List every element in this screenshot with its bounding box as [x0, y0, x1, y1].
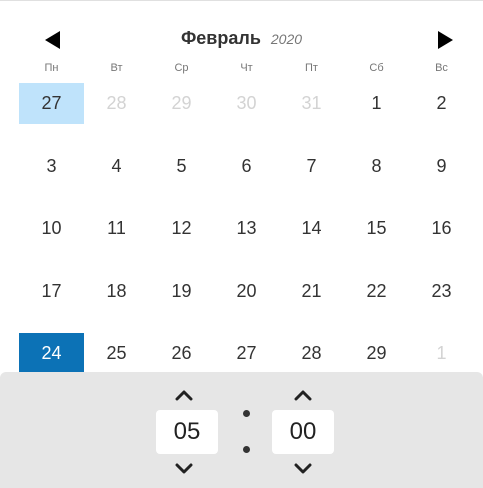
chevron-down-icon	[294, 463, 312, 474]
day-cell[interactable]: 7	[279, 146, 344, 187]
time-separator-dot-bottom	[243, 446, 250, 453]
chevron-up-icon	[294, 390, 312, 401]
day-cell[interactable]: 15	[344, 208, 409, 249]
weekday-wed: Ср	[174, 62, 189, 74]
day-cell[interactable]: 20	[214, 271, 279, 312]
day-cell[interactable]: 27	[214, 333, 279, 374]
day-cell-other-month[interactable]: 28	[84, 83, 149, 124]
day-cell[interactable]: 25	[84, 333, 149, 374]
time-picker-panel: 05 00	[0, 372, 483, 488]
week-row: 27 28 29 30 31 1 2	[19, 83, 474, 146]
minute-input[interactable]: 00	[272, 410, 334, 454]
triangle-right-icon	[437, 31, 453, 49]
year-label[interactable]: 2020	[271, 31, 302, 47]
day-cell[interactable]: 6	[214, 146, 279, 187]
day-cell[interactable]: 18	[84, 271, 149, 312]
day-cell[interactable]: 13	[214, 208, 279, 249]
weekday-mon: Пн	[44, 62, 59, 74]
day-cell[interactable]: 5	[149, 146, 214, 187]
day-cell-other-month[interactable]: 30	[214, 83, 279, 124]
hour-input[interactable]: 05	[156, 410, 218, 454]
day-cell[interactable]: 12	[149, 208, 214, 249]
day-cell[interactable]: 8	[344, 146, 409, 187]
next-month-button[interactable]	[427, 22, 463, 58]
day-cell[interactable]: 9	[409, 146, 474, 187]
chevron-up-icon	[175, 390, 193, 401]
month-label[interactable]: Февраль	[181, 28, 261, 48]
day-cell-other-month[interactable]: 29	[149, 83, 214, 124]
calendar-header: Февраль 2020	[0, 22, 483, 58]
day-cell[interactable]: 16	[409, 208, 474, 249]
day-cell[interactable]: 23	[409, 271, 474, 312]
day-cell[interactable]: 29	[344, 333, 409, 374]
week-row: 10 11 12 13 14 15 16	[19, 208, 474, 271]
day-cell[interactable]: 21	[279, 271, 344, 312]
top-border	[0, 0, 483, 12]
chevron-down-icon	[175, 463, 193, 474]
time-separator-dot-top	[243, 410, 250, 417]
day-cell[interactable]: 1	[344, 83, 409, 124]
day-cell-today[interactable]: 27	[19, 83, 84, 124]
day-cell[interactable]: 11	[84, 208, 149, 249]
day-cell[interactable]: 19	[149, 271, 214, 312]
week-row: 3 4 5 6 7 8 9	[19, 146, 474, 209]
day-cell[interactable]: 28	[279, 333, 344, 374]
day-cell[interactable]: 2	[409, 83, 474, 124]
day-cell[interactable]: 17	[19, 271, 84, 312]
minute-decrement-button[interactable]	[283, 458, 323, 480]
weekday-header-row: Пн Вт Ср Чт Пт Сб Вс	[19, 62, 474, 76]
weekday-sun: Вс	[435, 62, 448, 74]
hour-decrement-button[interactable]	[164, 458, 204, 480]
minute-increment-button[interactable]	[283, 384, 323, 406]
day-cell[interactable]: 22	[344, 271, 409, 312]
weekday-tue: Вт	[110, 62, 123, 74]
week-row: 17 18 19 20 21 22 23	[19, 271, 474, 334]
weekday-sat: Сб	[369, 62, 384, 74]
weekday-thu: Чт	[240, 62, 253, 74]
day-cell[interactable]: 4	[84, 146, 149, 187]
day-cell[interactable]: 26	[149, 333, 214, 374]
weekday-fri: Пт	[305, 62, 318, 74]
day-cell[interactable]: 3	[19, 146, 84, 187]
day-cell[interactable]: 10	[19, 208, 84, 249]
day-cell-other-month[interactable]: 31	[279, 83, 344, 124]
month-year-title: Февраль 2020	[0, 28, 483, 49]
day-cell[interactable]: 14	[279, 208, 344, 249]
day-cell-selected[interactable]: 24	[19, 333, 84, 374]
hour-increment-button[interactable]	[164, 384, 204, 406]
day-cell-other-month[interactable]: 1	[409, 333, 474, 374]
